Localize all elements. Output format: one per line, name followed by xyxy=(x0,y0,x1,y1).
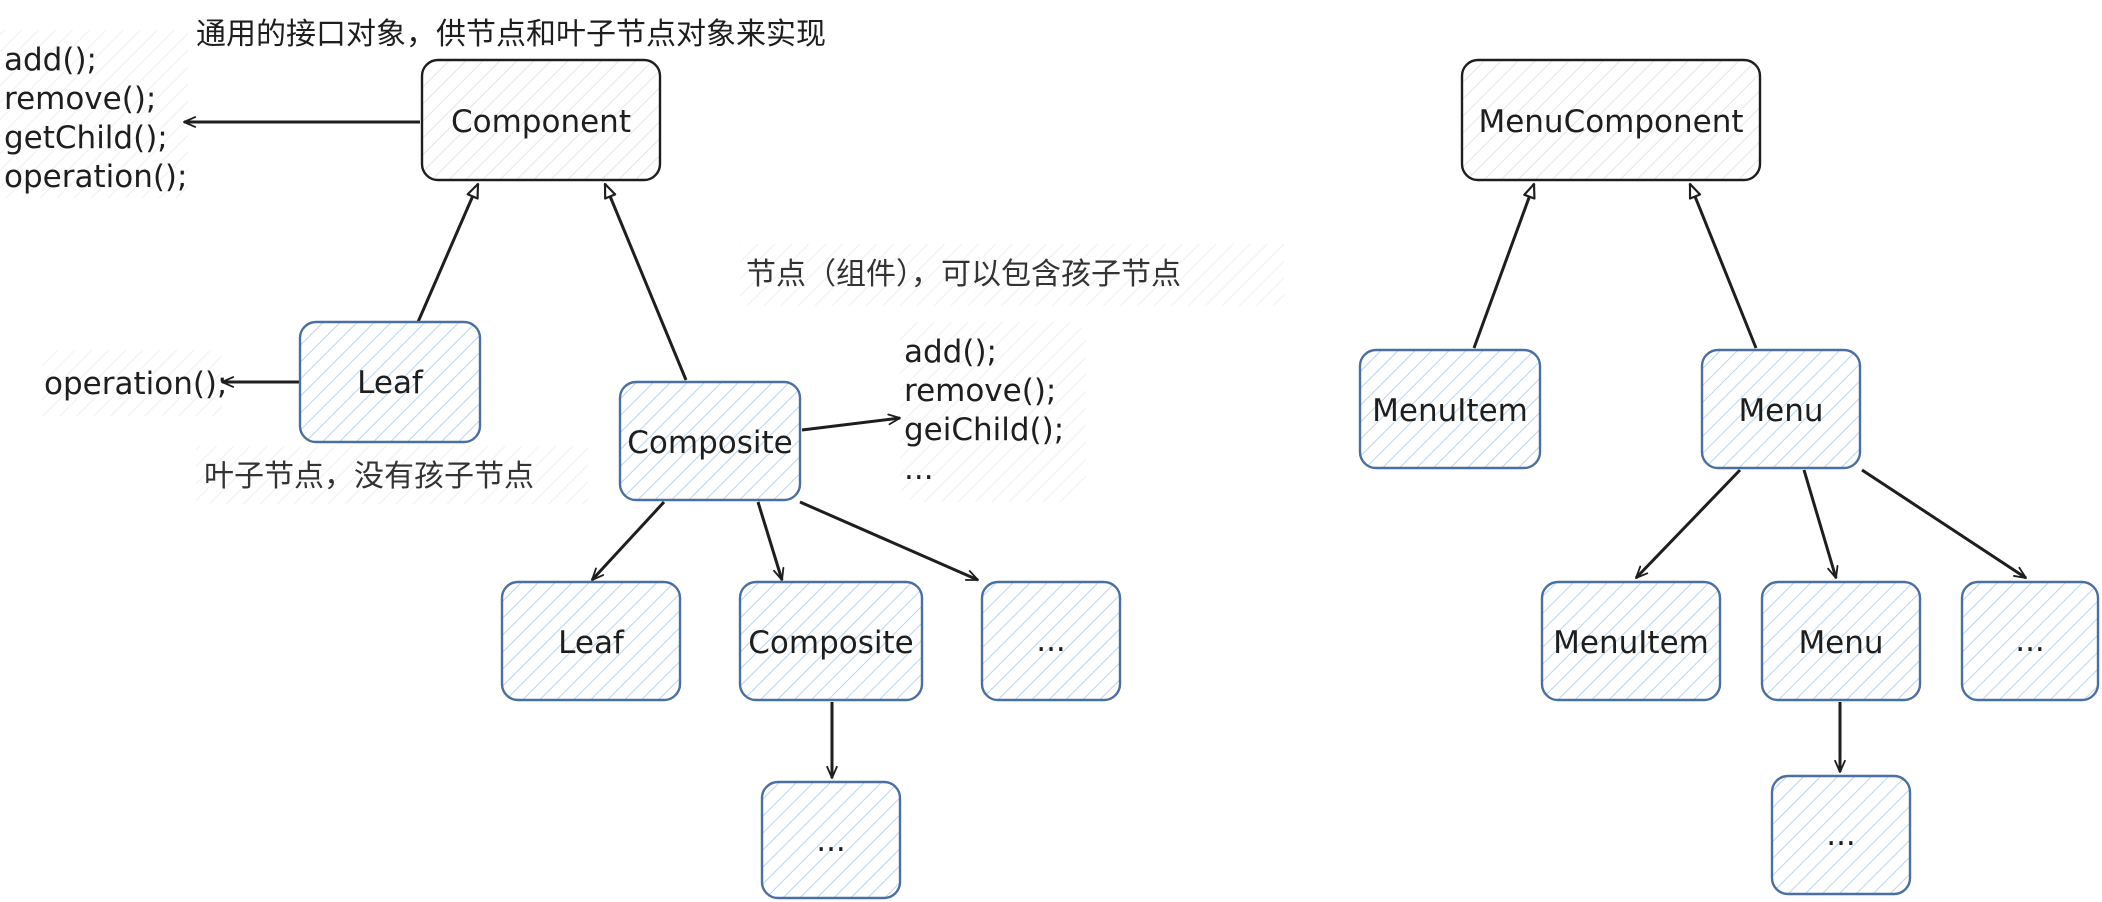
arrow-leaf-to-component xyxy=(416,182,480,323)
menuitem-box[interactable]: MenuItem xyxy=(1358,348,1542,470)
note-leaf: 叶子节点，没有孩子节点 xyxy=(204,459,534,494)
menuitem-label: MenuItem xyxy=(1372,393,1528,429)
menu-child-label: Menu xyxy=(1798,625,1883,661)
leaf-label: Leaf xyxy=(357,365,424,401)
method-line: operation(); xyxy=(4,159,187,195)
ellipsis-grandchild-box[interactable]: ... xyxy=(760,780,902,900)
composite-pattern-diagram: Component Leaf Composite Leaf Composite … xyxy=(0,17,2100,900)
arrow-composite-to-composite-child xyxy=(756,501,785,581)
arrow-composite-to-component xyxy=(603,182,688,381)
right-ellipsis-child-box[interactable]: ... xyxy=(1960,580,2100,702)
arrow-menuitem-to-menucomponent xyxy=(1472,182,1536,349)
composite-child-box[interactable]: Composite xyxy=(738,580,924,702)
method-line: getChild(); xyxy=(4,120,168,156)
leaf-box[interactable]: Leaf xyxy=(298,320,482,444)
menu-label: Menu xyxy=(1738,393,1823,429)
ellipsis-child-label: ... xyxy=(1036,623,1066,659)
component-label: Component xyxy=(451,104,631,140)
composite-box[interactable]: Composite xyxy=(618,380,802,502)
note-composite: 节点（组件），可以包含孩子节点 xyxy=(746,257,1181,292)
arrow-menu-to-menuitem-child xyxy=(1634,468,1742,580)
note-interface: 通用的接口对象，供节点和叶子节点对象来实现 xyxy=(196,17,826,52)
arrow-composite-to-ellipsis-child xyxy=(799,500,979,582)
method-line: remove(); xyxy=(4,81,156,117)
composite-label: Composite xyxy=(627,425,792,461)
component-box[interactable]: Component xyxy=(420,58,662,182)
right-ellipsis-child-label: ... xyxy=(2015,623,2045,659)
arrow-menu-to-menu-child xyxy=(1802,469,1839,579)
menucomponent-label: MenuComponent xyxy=(1478,104,1743,140)
leaf-method: operation(); xyxy=(44,366,227,402)
menucomponent-box[interactable]: MenuComponent xyxy=(1460,58,1762,182)
leaf-child-box[interactable]: Leaf xyxy=(500,580,682,702)
method-line: remove(); xyxy=(904,373,1056,409)
method-line: geiChild(); xyxy=(904,412,1064,448)
method-line: add(); xyxy=(4,42,97,78)
method-line: ... xyxy=(904,451,934,487)
ellipsis-child-box[interactable]: ... xyxy=(980,580,1122,702)
arrow-menu-to-menucomponent xyxy=(1688,182,1758,349)
right-ellipsis-grandchild-label: ... xyxy=(1826,817,1856,853)
menuitem-child-box[interactable]: MenuItem xyxy=(1540,580,1722,702)
method-line: add(); xyxy=(904,334,997,370)
menu-child-box[interactable]: Menu xyxy=(1760,580,1922,702)
arrow-menu-to-ellipsis-child xyxy=(1861,468,2027,580)
leaf-child-label: Leaf xyxy=(558,625,625,661)
composite-child-label: Composite xyxy=(748,625,913,661)
ellipsis-grandchild-label: ... xyxy=(816,823,846,859)
menu-box[interactable]: Menu xyxy=(1700,348,1862,470)
arrow-composite-to-leaf-child xyxy=(590,500,666,582)
menuitem-child-label: MenuItem xyxy=(1553,625,1709,661)
arrow-composite-to-methods xyxy=(801,413,901,432)
right-ellipsis-grandchild-box[interactable]: ... xyxy=(1770,774,1912,896)
